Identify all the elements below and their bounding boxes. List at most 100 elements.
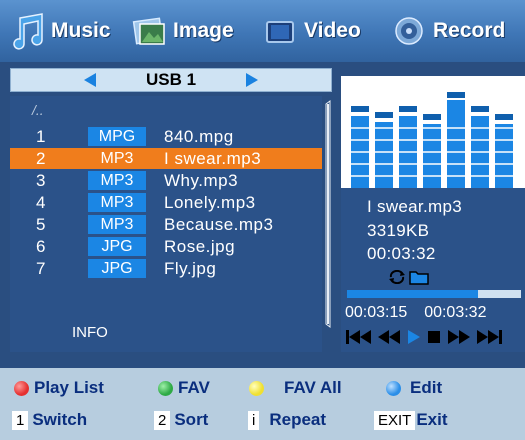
file-list: /.. 1 MPG 840.mpg 2 MP3 I swear.mp3 3 MP… [10,96,322,352]
sort-key: 2 [154,410,171,430]
rewind-button[interactable] [375,328,403,346]
total-time: 00:03:32 [424,304,487,321]
file-row[interactable]: 5 MP3 Because.mp3 [10,214,322,235]
stop-icon [428,331,440,343]
file-row[interactable]: 4 MP3 Lonely.mp3 [10,192,322,213]
stop-button[interactable] [425,328,443,346]
previous-track-button[interactable] [345,328,373,346]
now-playing-filesize: 3319KB [367,221,430,240]
source-prev-arrow-icon[interactable] [84,73,96,87]
switch-hint[interactable]: 1 Switch [12,410,87,430]
switch-key: 1 [12,410,29,430]
now-playing-panel: I swear.mp3 3319KB 00:03:32 00:03:15 00:… [341,76,525,352]
edit-hint[interactable]: Edit [386,378,442,398]
help-bar: Play List FAV FAV All Edit 1 Switch 2 So… [0,368,525,440]
image-icon [132,17,165,45]
repeat-label: Repeat [269,410,327,429]
play-button[interactable] [405,328,423,346]
file-type-badge: MP3 [88,171,146,190]
file-name: Because.mp3 [164,215,274,234]
red-key-icon [14,380,29,396]
file-index: 7 [36,259,46,278]
file-row[interactable]: 6 JPG Rose.jpg [10,236,322,257]
spectrum-visualizer [341,76,525,188]
exit-label: Exit [416,410,448,429]
previous-track-icon [346,330,371,344]
rewind-icon [378,330,400,344]
tab-music-label: Music [51,19,111,42]
file-name: Rose.jpg [164,237,236,256]
tab-video[interactable]: Video [263,0,361,62]
now-playing-filename: I swear.mp3 [367,197,462,216]
sort-hint[interactable]: 2 Sort [154,410,208,430]
green-key-icon [158,380,173,396]
fast-forward-icon [448,330,470,344]
next-track-icon [477,330,502,344]
file-index: 5 [36,215,46,234]
transport-controls [345,328,503,346]
parent-directory-item[interactable]: /.. [32,102,44,118]
repeat-hint[interactable]: i Repeat [248,410,326,430]
media-player-window: Music Image Video Record USB 1 /.. 1 MPG… [0,0,525,440]
file-list-scrollbar[interactable] [325,100,331,328]
file-type-badge: MP3 [88,215,146,234]
file-index: 2 [36,149,46,168]
record-icon [395,17,423,45]
file-row[interactable]: 3 MP3 Why.mp3 [10,170,322,191]
playback-mode-indicators [387,269,429,285]
fav-label: FAV [178,378,210,397]
fast-forward-button[interactable] [445,328,473,346]
source-selector[interactable]: USB 1 [10,68,332,92]
repeat-icon [389,270,405,284]
now-playing-duration: 00:03:32 [367,244,436,263]
play-list-hint[interactable]: Play List [14,378,104,398]
switch-label: Switch [32,410,88,429]
playback-progress-bar[interactable] [347,290,521,298]
file-name: 840.mpg [164,127,234,146]
elapsed-time: 00:03:15 [345,304,408,321]
file-name: Why.mp3 [164,171,239,190]
file-type-badge: MPG [88,127,146,146]
source-next-arrow-icon[interactable] [246,73,258,87]
repeat-key: i [248,410,260,430]
file-name: I swear.mp3 [164,149,262,168]
file-name: Lonely.mp3 [164,193,256,212]
file-index: 6 [36,237,46,256]
play-list-label: Play List [34,378,104,397]
fav-hint[interactable]: FAV [158,378,210,398]
tab-video-label: Video [304,19,361,42]
tab-record[interactable]: Record [392,0,505,62]
file-row[interactable]: 7 JPG Fly.jpg [10,258,322,279]
file-row-selected[interactable]: 2 MP3 I swear.mp3 [10,148,322,169]
blue-key-icon [386,380,401,396]
tab-record-label: Record [433,19,506,42]
fav-all-hint[interactable]: FAV All [249,378,342,398]
file-type-badge: JPG [88,259,146,278]
edit-label: Edit [410,378,443,397]
folder-icon [409,271,429,285]
scrollbar-track-icon [325,100,331,328]
tab-music[interactable]: Music [10,0,111,62]
file-type-badge: MP3 [88,193,146,212]
source-label: USB 1 [145,70,197,89]
music-note-icon [13,13,43,50]
fav-all-label: FAV All [284,378,342,397]
file-row[interactable]: 1 MPG 840.mpg [10,126,322,147]
playback-progress-fill [347,290,478,298]
tab-image-label: Image [173,19,234,42]
playback-time: 00:03:15 00:03:32 [345,304,486,322]
sort-label: Sort [174,410,209,429]
play-icon [408,330,420,344]
yellow-key-icon [249,380,264,396]
tab-image[interactable]: Image [132,0,234,62]
file-index: 4 [36,193,46,212]
media-type-tab-bar: Music Image Video Record [0,0,525,62]
file-name: Fly.jpg [164,259,217,278]
exit-hint[interactable]: EXIT Exit [374,410,448,430]
file-type-badge: JPG [88,237,146,256]
info-label: INFO [72,324,108,341]
next-track-button[interactable] [475,328,503,346]
video-icon [266,21,294,43]
file-index: 1 [36,127,46,146]
file-type-badge: MP3 [88,149,146,168]
